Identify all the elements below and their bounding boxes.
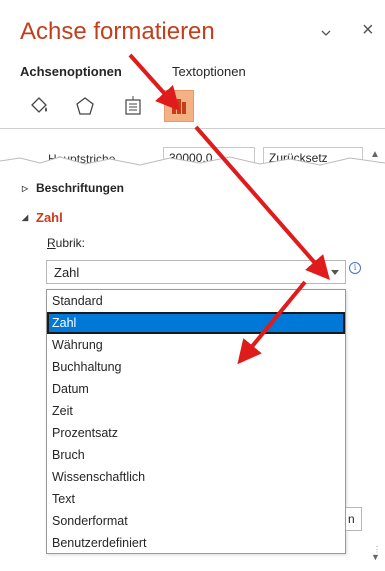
select-chevron-down-icon[interactable] [331,270,339,275]
dropdown-option[interactable]: Text [47,488,345,510]
pane-title: Achse formatieren [20,18,215,45]
torn-edge-overlay [0,156,385,181]
axis-options-button[interactable] [164,90,194,122]
dropdown-option[interactable]: Datum [47,378,345,400]
axis-options-chart-icon [172,99,186,114]
size-properties-icon [125,96,141,115]
section-zahl[interactable]: ◢ Zahl [22,210,63,225]
dropdown-option[interactable]: Währung [47,334,345,356]
size-properties-button[interactable] [118,90,148,122]
dropdown-option[interactable]: Zeit [47,400,345,422]
fill-line-button[interactable] [24,90,54,122]
effects-pentagon-icon [76,97,94,115]
dropdown-option[interactable]: Zahl [47,312,345,334]
pane-options-chevron-icon[interactable] [319,28,333,38]
dropdown-option[interactable]: Standard [47,290,345,312]
rubrik-select[interactable]: Zahl [46,260,346,284]
section-beschriftungen[interactable]: ▷ Beschriftungen [22,181,124,195]
tab-separator [0,128,385,129]
expand-triangle-icon: ▷ [22,183,29,193]
collapse-triangle-icon: ◢ [22,213,29,222]
close-icon[interactable]: × [362,20,374,40]
rubrik-dropdown-list[interactable]: Standard Zahl Währung Buchhaltung Datum Zeit P… [46,289,346,554]
info-icon[interactable]: i [349,262,361,274]
partial-button[interactable]: n [346,507,362,531]
effects-button[interactable] [70,90,100,122]
dropdown-option[interactable]: Bruch [47,444,345,466]
dropdown-option[interactable]: Buchhaltung [47,356,345,378]
tab-textoptionen[interactable]: Textoptionen [172,64,246,79]
fill-line-icon [31,97,47,113]
section-beschriftungen-label: Beschriftungen [36,181,125,195]
dropdown-option[interactable]: Wissenschaftlich [47,466,345,488]
rubrik-label: Rubrik: [47,236,86,250]
tab-achsenoptionen[interactable]: Achsenoptionen [20,64,122,79]
dropdown-option[interactable]: Prozentsatz [47,422,345,444]
dropdown-option[interactable]: Sonderformat [47,510,345,532]
dropdown-option[interactable]: Benutzerdefiniert [47,532,345,554]
section-zahl-label: Zahl [36,210,63,225]
scroll-down-icon[interactable]: ▼ [371,552,380,562]
